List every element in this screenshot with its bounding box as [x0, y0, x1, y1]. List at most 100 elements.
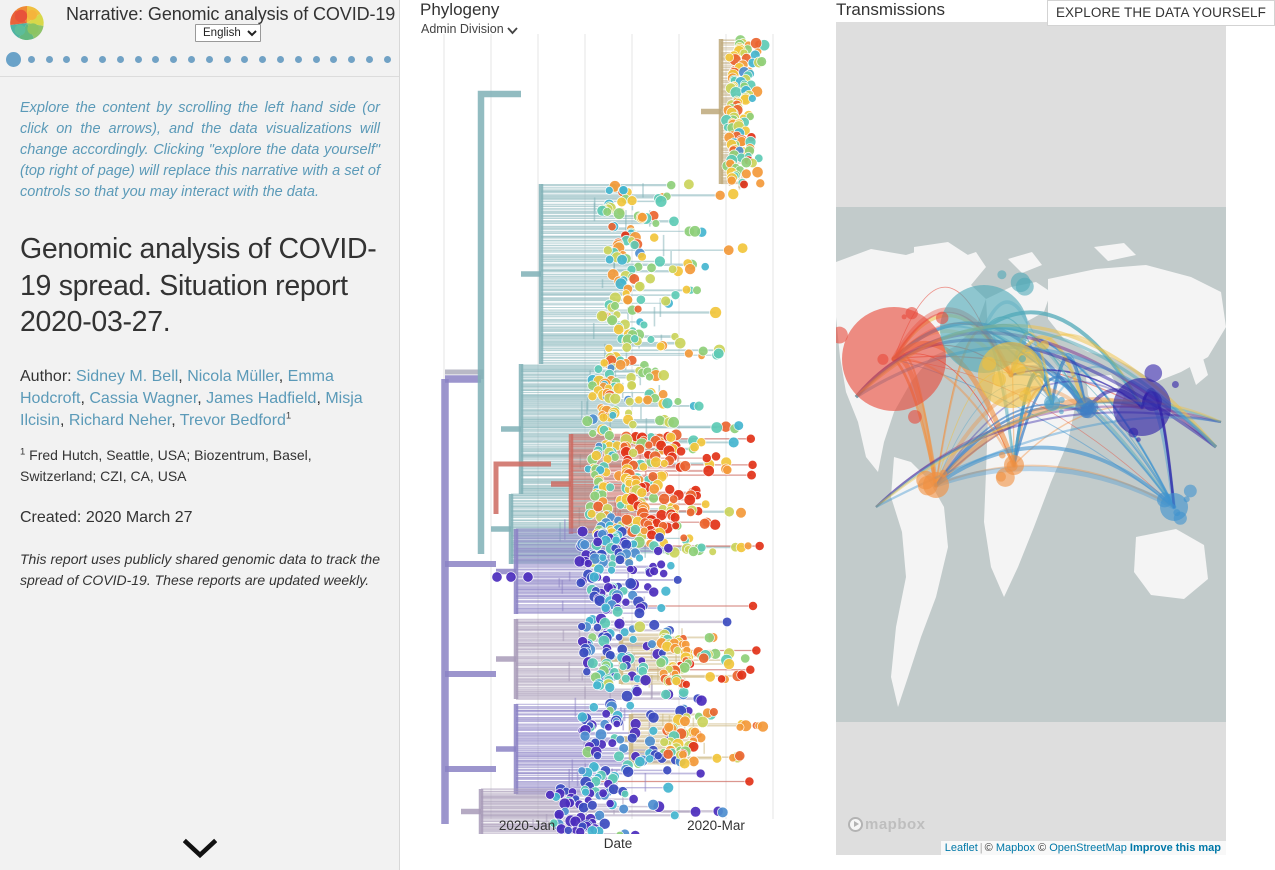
map-deme-small: [1156, 492, 1172, 508]
tree-tip: [553, 809, 565, 820]
map-deme-small: [1039, 340, 1050, 350]
tree-tip: [654, 255, 666, 268]
progress-dot-1[interactable]: [27, 56, 35, 63]
tree-tip: [653, 546, 664, 556]
map-deme-small: [939, 469, 948, 478]
openstreetmap-link[interactable]: OpenStreetMap: [1049, 842, 1127, 854]
transmissions-title: Transmissions: [836, 0, 945, 19]
tree-tip: [670, 290, 681, 301]
tree-tip: [724, 52, 735, 63]
tree-tip: [604, 430, 615, 441]
progress-dot-14[interactable]: [259, 56, 267, 63]
progress-dot-19[interactable]: [348, 56, 356, 63]
tree-tip: [607, 738, 618, 748]
tree-tip: [602, 207, 612, 217]
tree-tip: [657, 369, 670, 382]
author-separator: ,: [197, 390, 207, 408]
tree-tip: [633, 304, 643, 314]
progress-dot-3[interactable]: [63, 56, 71, 63]
tree-tip: [668, 264, 678, 274]
progress-dot-4[interactable]: [81, 56, 89, 63]
map-canvas[interactable]: mapbox Leaflet | © Mapbox © OpenStreetMap …: [836, 22, 1226, 855]
tree-tip: [684, 348, 694, 359]
progress-dot-2[interactable]: [45, 56, 53, 63]
tree-tip: [689, 806, 702, 818]
tree-tip: [659, 459, 669, 468]
mapbox-logo[interactable]: mapbox: [848, 815, 926, 833]
map-geography[interactable]: [836, 207, 1226, 722]
author-link-0[interactable]: Sidney M. Bell: [76, 368, 178, 385]
improve-map-link[interactable]: Improve this map: [1130, 842, 1221, 854]
author-link-6[interactable]: Richard Neher: [69, 412, 171, 429]
tree-tip: [717, 806, 729, 819]
tree-tip: [588, 429, 597, 438]
tree-tip: [592, 536, 603, 547]
tree-tip: [612, 672, 622, 681]
progress-dot-9[interactable]: [170, 56, 178, 63]
progress-dot-20[interactable]: [366, 56, 373, 63]
author-link-3[interactable]: Cassia Wagner: [89, 390, 197, 407]
tree-tip: [709, 707, 719, 717]
progress-dot-6[interactable]: [116, 56, 124, 63]
tree-tip: [673, 397, 683, 406]
progress-dot-0[interactable]: [6, 52, 21, 67]
tree-tip: [703, 632, 715, 644]
progress-dot-7[interactable]: [134, 56, 142, 63]
progress-dot-15[interactable]: [277, 56, 284, 63]
tree-tip: [678, 757, 691, 770]
transmissions-panel: Transmissions mapbox Leaflet | © Mapbox © …: [836, 0, 1275, 870]
tree-tip: [638, 462, 649, 472]
progress-dot-18[interactable]: [330, 56, 338, 63]
tree-tip: [636, 487, 648, 498]
progress-dot-5[interactable]: [99, 56, 106, 63]
author-link-7[interactable]: Trevor Bedford: [180, 412, 286, 429]
affiliation-note: 1 Fred Hutch, Seattle, USA; Biozentrum, …: [20, 445, 380, 487]
mapbox-link[interactable]: Mapbox: [996, 842, 1035, 854]
tree-tip: [750, 37, 763, 50]
tree-tip: [618, 662, 628, 671]
progress-dot-11[interactable]: [205, 56, 213, 63]
map-deme-small: [916, 470, 936, 490]
tree-tip: [709, 518, 722, 531]
tree-tip: [586, 509, 597, 519]
tree-tip: [668, 494, 679, 504]
tree-tip: [692, 285, 702, 295]
progress-dot-21[interactable]: [383, 56, 391, 63]
tree-tip: [655, 341, 666, 352]
tree-tip: [613, 750, 625, 763]
phylogeny-tree[interactable]: 2020-Jan 2020-Mar: [401, 34, 835, 834]
progress-dot-16[interactable]: [294, 56, 302, 63]
tree-tip: [630, 830, 641, 834]
nextstrain-logo[interactable]: [8, 4, 46, 42]
author-link-4[interactable]: James Hadfield: [206, 390, 316, 407]
progress-dot-12[interactable]: [223, 56, 231, 63]
author-label: Author:: [20, 368, 77, 386]
tree-tip: [630, 334, 640, 344]
phylogeny-panel: Phylogeny Admin Division 2020-Jan 2020-Ma…: [401, 0, 835, 870]
tree-tip: [614, 554, 626, 565]
progress-dot-17[interactable]: [312, 56, 320, 63]
tree-tip: [644, 440, 654, 450]
tree-tip: [586, 825, 598, 834]
map-deme-small: [1183, 496, 1190, 503]
map-deme-small: [1080, 402, 1097, 419]
tree-tip: [625, 701, 635, 711]
author-link-1[interactable]: Nicola Müller: [187, 368, 279, 385]
tree-tip: [604, 723, 613, 732]
progress-dot-10[interactable]: [188, 56, 195, 63]
leaflet-link[interactable]: Leaflet: [945, 842, 978, 854]
narrative-progress-dots[interactable]: [0, 52, 399, 72]
explore-data-button[interactable]: EXPLORE THE DATA YOURSELF: [1046, 0, 1275, 26]
progress-dot-8[interactable]: [152, 56, 160, 63]
tree-tip: [622, 294, 634, 306]
narrative-intro-note: Explore the content by scrolling the lef…: [20, 100, 380, 201]
scroll-down-button[interactable]: [0, 837, 399, 864]
tree-tip: [609, 392, 622, 405]
tree-tip: [656, 603, 667, 613]
tree-tip: [648, 619, 660, 631]
map-deme-small: [996, 471, 1006, 482]
progress-dot-13[interactable]: [241, 56, 249, 63]
copyright-icon: ©: [984, 842, 993, 854]
language-select[interactable]: English: [195, 24, 261, 42]
tree-tip: [659, 737, 670, 747]
